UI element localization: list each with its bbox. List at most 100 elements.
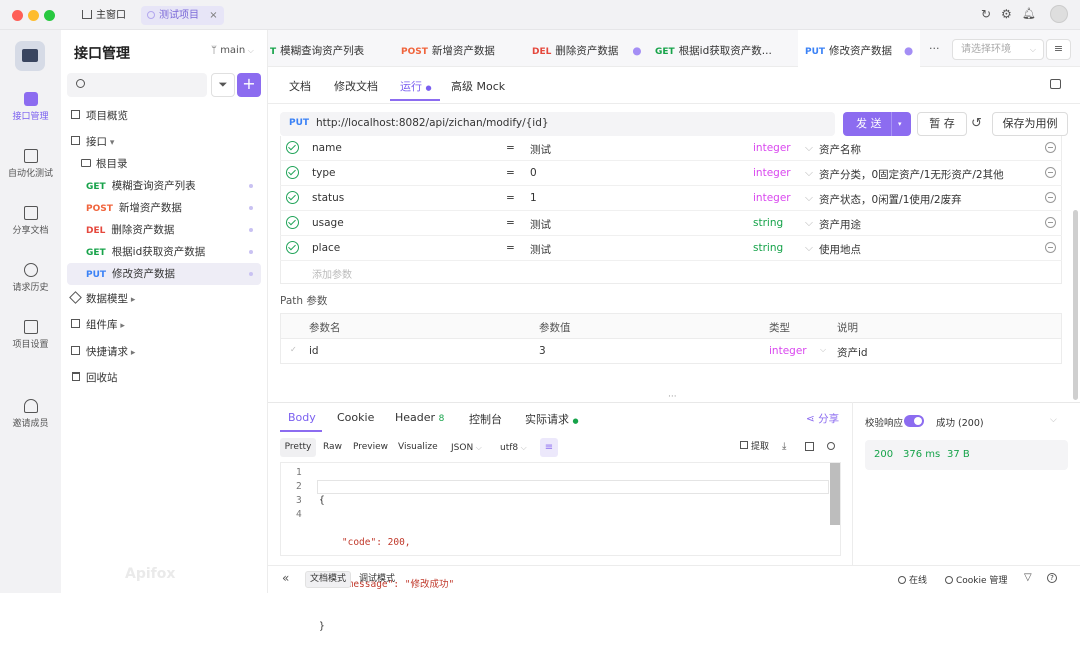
search-input[interactable] <box>67 73 207 97</box>
response-tab-header[interactable]: Header 8 <box>395 411 444 424</box>
sidebar-item-data-models[interactable]: 数据模型 ▸ <box>67 288 261 310</box>
url-input[interactable]: http://localhost:8082/api/zichan/modify/… <box>316 117 549 129</box>
response-tab-body[interactable]: Body <box>288 411 316 424</box>
request-scrollbar[interactable] <box>1073 210 1078 400</box>
remove-param-icon[interactable] <box>1045 142 1056 153</box>
validate-result[interactable]: 成功 (200) <box>936 415 984 429</box>
send-button[interactable]: 发 送 ▾ <box>843 112 911 136</box>
check-icon[interactable]: ✓ <box>290 345 297 354</box>
response-tab-cookie[interactable]: Cookie <box>337 411 374 424</box>
more-tabs-icon[interactable]: ··· <box>929 42 940 55</box>
sidebar-item-overview[interactable]: 项目概览 <box>67 105 261 127</box>
share-button[interactable]: ⋖ 分享 <box>806 411 839 426</box>
remove-param-icon[interactable] <box>1045 217 1056 228</box>
tab-del[interactable]: DEL 删除资产数据 ● <box>532 30 648 67</box>
sidebar-endpoint-get-list[interactable]: GET 模糊查询资产列表 <box>86 175 261 197</box>
close-window-button[interactable] <box>12 10 23 21</box>
filter-icon: ⏷ <box>218 78 228 91</box>
rail-item-invite-members[interactable]: 邀请成员 <box>0 399 61 429</box>
remove-param-icon[interactable] <box>1045 167 1056 178</box>
sidebar-endpoint-post-add[interactable]: POST 新增资产数据 <box>86 197 261 219</box>
history-icon <box>23 263 38 277</box>
branch-icon: ᛘ <box>211 45 221 56</box>
tab-advanced-mock[interactable]: 高级 Mock <box>451 78 505 94</box>
theme-icon[interactable]: ▽ <box>1024 572 1032 583</box>
doc-mode-button[interactable]: 文档模式 <box>305 571 351 588</box>
settings-icon[interactable]: ⚙ <box>1001 7 1012 21</box>
branch-selector[interactable]: ᛘ main ⌵ <box>211 45 254 56</box>
menu-button[interactable]: ≡ <box>1046 39 1071 60</box>
reset-icon[interactable]: ↺ <box>971 116 982 131</box>
project-window-tab[interactable]: 测试项目 × <box>141 6 224 25</box>
rail-item-share-docs[interactable]: 分享文档 <box>0 206 61 236</box>
download-icon[interactable]: ⤓ <box>782 441 786 452</box>
sidebar-endpoint-del[interactable]: DEL 删除资产数据 <box>86 219 261 241</box>
rail-item-project-settings[interactable]: 项目设置 <box>0 320 61 350</box>
response-tab-actual-request[interactable]: 实际请求 ● <box>525 411 579 427</box>
rail-item-history[interactable]: 请求历史 <box>0 263 61 293</box>
add-param-input[interactable]: 添加参数 <box>312 266 352 281</box>
home-window-tab[interactable]: 主窗口 <box>76 6 132 25</box>
check-icon[interactable] <box>286 191 299 204</box>
maximize-window-button[interactable] <box>44 10 55 21</box>
debug-mode-button[interactable]: 调试模式 <box>354 571 400 588</box>
bell-icon[interactable]: 🔔︎ <box>1022 7 1036 20</box>
save-as-case-button[interactable]: 保存为用例 <box>992 112 1068 136</box>
json-select[interactable]: JSON ⌵ <box>451 438 482 458</box>
search-response-icon[interactable] <box>827 442 835 450</box>
editor-scrollbar[interactable] <box>830 463 840 525</box>
tab-run[interactable]: 运行 ● <box>400 78 432 94</box>
collapse-sidebar-icon[interactable]: « <box>282 571 289 585</box>
add-user-icon <box>23 399 38 413</box>
format-visualize[interactable]: Visualize <box>398 438 438 457</box>
add-button[interactable]: + <box>237 73 261 97</box>
response-tab-console[interactable]: 控制台 <box>469 411 502 427</box>
copy-icon[interactable] <box>805 442 814 451</box>
validate-toggle[interactable] <box>904 415 924 427</box>
sidebar-endpoint-get-by-id[interactable]: GET 根据id获取资产数据 <box>86 241 261 263</box>
sidebar-item-root-folder[interactable]: 根目录 <box>81 153 261 175</box>
remove-param-icon[interactable] <box>1045 192 1056 203</box>
user-avatar[interactable] <box>1050 5 1068 23</box>
wrap-lines-icon[interactable]: ≡ <box>540 438 558 457</box>
panel-toggle-icon[interactable] <box>1050 79 1061 89</box>
filter-button[interactable]: ⏷ <box>211 73 235 97</box>
sidebar-endpoint-put-modify[interactable]: PUT 修改资产数据 <box>67 263 261 285</box>
check-icon[interactable] <box>286 216 299 229</box>
project-logo[interactable] <box>15 41 45 71</box>
check-icon[interactable] <box>286 141 299 154</box>
extract-button[interactable]: 提取 <box>740 438 769 457</box>
environment-select[interactable]: 请选择环境 ⌵ <box>952 39 1044 60</box>
minimize-window-button[interactable] <box>28 10 39 21</box>
close-tab-icon[interactable]: × <box>209 10 217 21</box>
tab-doc[interactable]: 文档 <box>289 78 311 94</box>
help-icon[interactable]: ? <box>1047 573 1057 583</box>
drag-handle-icon[interactable]: ··· <box>668 392 677 402</box>
cookie-manager-button[interactable]: Cookie 管理 <box>945 573 1007 586</box>
url-bar[interactable]: PUT http://localhost:8082/api/zichan/mod… <box>280 112 835 136</box>
format-preview[interactable]: Preview <box>353 438 388 457</box>
tab-put-modify[interactable]: PUT 修改资产数据 ● <box>798 30 920 67</box>
online-status[interactable]: 在线 <box>898 573 927 586</box>
format-raw[interactable]: Raw <box>323 438 342 457</box>
chevron-down-icon[interactable]: ⌵ <box>1050 415 1057 425</box>
tab-edit-doc[interactable]: 修改文档 <box>334 78 378 94</box>
check-icon[interactable] <box>286 241 299 254</box>
check-icon[interactable] <box>286 166 299 179</box>
tab-get-by-id[interactable]: GET 根据id获取资产数... <box>655 30 795 67</box>
rail-item-automation[interactable]: 自动化测试 <box>0 149 61 179</box>
sidebar-item-trash[interactable]: 回收站 <box>67 367 261 389</box>
save-temp-button[interactable]: 暂 存 <box>917 112 967 136</box>
rail-item-api-management[interactable]: 接口管理 <box>0 92 61 122</box>
tab-get-list[interactable]: T 模糊查询资产列表 <box>268 30 396 67</box>
remove-param-icon[interactable] <box>1045 242 1056 253</box>
sidebar-item-api[interactable]: 接口 ▾ <box>67 131 261 153</box>
sidebar-item-components[interactable]: 组件库 ▸ <box>67 314 261 336</box>
encoding-select[interactable]: utf8 ⌵ <box>500 438 527 458</box>
resize-divider[interactable] <box>268 402 1080 403</box>
sidebar-item-quick-requests[interactable]: 快捷请求 ▸ <box>67 341 261 363</box>
tab-post-add[interactable]: POST 新增资产数据 <box>401 30 527 67</box>
refresh-icon[interactable]: ↻ <box>981 7 991 21</box>
response-body-editor[interactable]: 1234 { "code": 200, "message": "修改成功" } <box>280 462 841 632</box>
format-pretty[interactable]: Pretty <box>280 438 316 457</box>
